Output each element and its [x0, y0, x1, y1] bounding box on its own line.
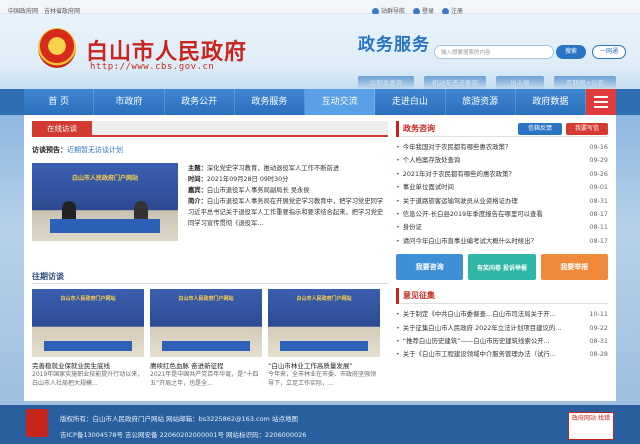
report-button[interactable]: 我要举报: [540, 254, 608, 281]
nav-about-baishan[interactable]: 走进白山: [375, 89, 446, 115]
past-interview-card[interactable]: 白山市人民政府门户网站 赓续红色血脉 奋进新征程 2021年是中国共产党百年华诞…: [150, 289, 262, 388]
nav-tourism[interactable]: 旅游资源: [446, 89, 516, 115]
past-interview-card[interactable]: 白山市人民政府门户网站 “白山市林业工作高质量发展” 今年来，全市林业在市委、市…: [268, 289, 380, 388]
service-title: 政务服务: [358, 35, 430, 55]
list-item[interactable]: 事业单位面试时间09-01: [396, 181, 608, 194]
opinion-title: 意见征集: [396, 288, 608, 305]
interview-time: 2021年09月28日 09时30分: [206, 176, 289, 183]
list-item[interactable]: 今年我国对于农民都有哪些惠农政策？09-16: [396, 141, 608, 154]
nav-interaction[interactable]: 互动交流: [305, 89, 376, 115]
host-figure: [62, 201, 76, 221]
tab-online-interview[interactable]: 在线访谈: [32, 121, 92, 137]
site-url: http://www.cbs.gov.cn: [90, 62, 215, 72]
interview-tabbar: 在线访谈: [32, 121, 388, 137]
feature-video[interactable]: 白山市人民政府门户网站: [32, 163, 178, 241]
interview-guest: 白山市退役军人事务局副局长 吴永侯: [206, 187, 310, 194]
gov-error-badge[interactable]: 政府网站 找错: [568, 412, 614, 440]
survey-complaint-button[interactable]: 有奖问卷 投诉举报: [468, 254, 536, 281]
main-nav: 首 页 市政府 政务公开 政务服务 互动交流 走进白山 旅游资源 政府数据: [24, 89, 616, 115]
top-strip: 中国政府网 吉林省政府网 站群导航 登录 注册: [0, 0, 640, 15]
party-emblem-logo: [26, 409, 48, 437]
nav-affairs-open[interactable]: 政务公开: [165, 89, 235, 115]
quick-link-fund[interactable]: 公积金查询: [358, 76, 414, 89]
footer-copyright: 版权所有：白山市人民政府门户网站 网站邮箱：bs3225862@163.com …: [60, 415, 298, 423]
list-item[interactable]: 信息公开-长白县2019年季度报告在哪里可以查看08-17: [396, 208, 608, 221]
desk: [50, 219, 160, 233]
list-item[interactable]: 个人档案存放处查询09-29: [396, 154, 608, 167]
interview-topic[interactable]: 深化党史学习教育，推动退役军人工作不断前进: [207, 165, 339, 172]
list-item[interactable]: “推荐白山历史建筑”——白山市历史建筑线索公开...08-31: [396, 335, 608, 348]
interview-preview: 访谈预告：近期暂无访谈计划: [32, 146, 123, 154]
list-item[interactable]: 身份证08-11: [396, 221, 608, 234]
past-interviews-title: 往期访谈: [32, 272, 64, 281]
consult-button[interactable]: 我要咨询: [396, 254, 464, 281]
interview-section: 在线访谈 访谈预告：近期暂无访谈计划 白山市人民政府门户网站 主题：深化党史学习…: [32, 121, 388, 387]
past-interview-card[interactable]: 白山市人民政府门户网站 完善稳就业保就业民生底线 2019年国家实施职业技能提升…: [32, 289, 144, 388]
action-grid: 我要咨询 有奖问卷 投诉举报 我要举报: [396, 254, 608, 281]
quick-link-traffic[interactable]: 机动车违法查询: [424, 76, 486, 89]
consult-list: 今年我国对于农民都有哪些惠农政策？09-16 个人档案存放处查询09-29 20…: [396, 141, 608, 248]
footer-registration: 吉ICP备13004578号 吉公网安备 22060202000001号 网站标…: [60, 431, 307, 439]
divider: [32, 283, 388, 284]
menu-icon[interactable]: [586, 89, 616, 115]
nav-gov-data[interactable]: 政府数据: [516, 89, 586, 115]
nav-home[interactable]: 首 页: [24, 89, 95, 115]
list-item[interactable]: 关于道路旅客运输驾驶员从业资格证办理08-31: [396, 195, 608, 208]
opinion-header: 意见征集: [396, 288, 608, 305]
consult-section: 政务咨询 信箱反馈 我要写信 今年我国对于农民都有哪些惠农政策？09-16 个人…: [396, 121, 608, 362]
preview-link[interactable]: 近期暂无访谈计划: [67, 146, 123, 154]
site-footer: 版权所有：白山市人民政府门户网站 网站邮箱：bs3225862@163.com …: [0, 405, 640, 444]
feature-banner: 白山市人民政府门户网站: [71, 175, 138, 182]
nav-government[interactable]: 市政府: [94, 89, 165, 115]
opinion-list: 关于制定《中共白山市委督查…白山市司法局关于开...10-11 关于征集白山市人…: [396, 308, 608, 362]
nav-affairs-service[interactable]: 政务服务: [235, 89, 305, 115]
mailbox-feedback-button[interactable]: 信箱反馈: [518, 123, 562, 135]
consult-header: 政务咨询 信箱反馈 我要写信: [396, 121, 608, 137]
write-letter-button[interactable]: 我要写信: [566, 123, 608, 135]
search-input[interactable]: 输入想要搜索的内容: [434, 45, 554, 59]
national-emblem-logo: [38, 28, 76, 68]
list-item[interactable]: 关于《白山市工程建设领域中介服务管理办法（试行...08-28: [396, 348, 608, 361]
main-panel: 在线访谈 访谈预告：近期暂无访谈计划 白山市人民政府门户网站 主题：深化党史学习…: [24, 115, 616, 401]
list-item[interactable]: 关于制定《中共白山市委督查…白山市司法局关于开...10-11: [396, 308, 608, 321]
quick-link-police[interactable]: 互联网+公安: [554, 76, 616, 89]
onenet-button[interactable]: 一网通: [592, 45, 626, 59]
search-button[interactable]: 搜索: [556, 45, 586, 59]
guest-figure: [134, 201, 148, 221]
list-item[interactable]: 请问今年白山市直事业编考试大概什么时候出？08-17: [396, 235, 608, 248]
interview-meta: 主题：深化党史学习教育，推动退役军人工作不断前进 时间：2021年09月28日 …: [188, 165, 384, 227]
past-interviews-list: 白山市人民政府门户网站 完善稳就业保就业民生底线 2019年国家实施职业技能提升…: [32, 289, 388, 388]
quick-link-exit-entry[interactable]: 出入境: [496, 76, 544, 89]
interview-intro: 白山市退役军人事务局在开展党史学习教育中，把学习党史同学习近平总书记关于退役军人…: [188, 198, 384, 227]
site-header: 白山市人民政府 http://www.cbs.gov.cn 政务服务 输入想要搜…: [0, 14, 640, 89]
list-item[interactable]: 关于征集白山市人民政府 2022年立法计划项目建议的...09-22: [396, 322, 608, 335]
list-item[interactable]: 2021年对于农民都有哪些的惠农政策？09-26: [396, 168, 608, 181]
